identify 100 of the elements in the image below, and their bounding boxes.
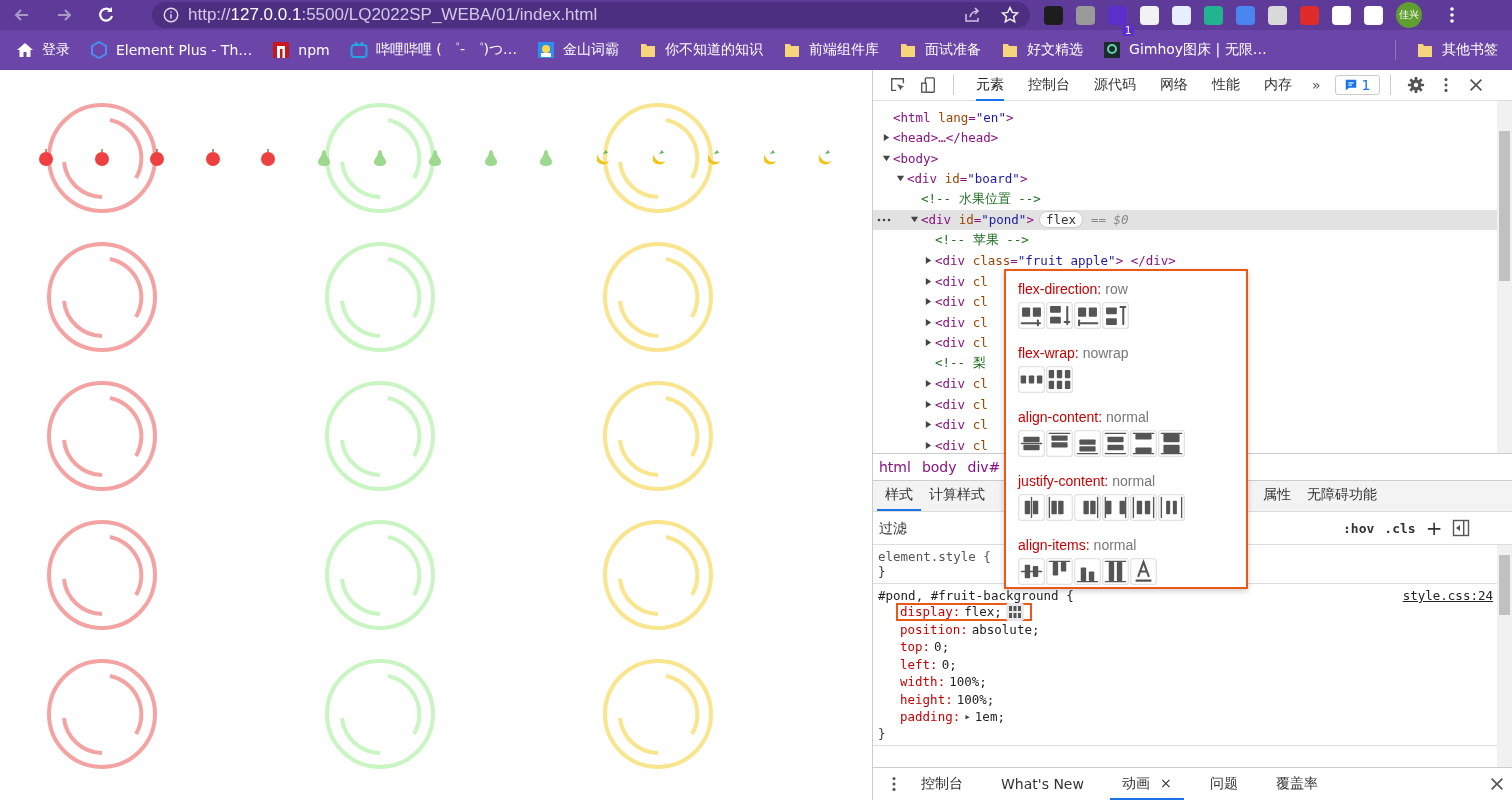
flex-editor-icon[interactable]: [1005, 602, 1024, 621]
styles-tab[interactable]: 属性: [1255, 481, 1299, 511]
extension-icon[interactable]: [1268, 5, 1287, 25]
flex-option-button[interactable]: [1074, 430, 1101, 457]
drawer-tab[interactable]: What's New: [989, 769, 1096, 799]
flex-option-button[interactable]: [1102, 302, 1129, 329]
bookmark[interactable]: npm: [272, 41, 330, 59]
node-code[interactable]: <div cl: [935, 335, 988, 351]
menu-icon[interactable]: [1449, 5, 1455, 25]
flex-option-button[interactable]: [1102, 558, 1129, 585]
node-code[interactable]: <div id="pond">: [921, 212, 1034, 228]
collapsed-arrow-icon[interactable]: [924, 440, 933, 450]
drawer-tab[interactable]: 问题: [1197, 768, 1250, 800]
drawer-tab[interactable]: 动画 ×: [1109, 768, 1184, 800]
scrollbar[interactable]: [1497, 101, 1512, 453]
styles-tab[interactable]: 无障碍功能: [1299, 481, 1385, 511]
node-code[interactable]: <html lang="en">: [893, 109, 1014, 125]
issues-button[interactable]: 1: [1334, 75, 1380, 95]
address-bar[interactable]: http://127.0.0.1:5500/LQ2022SP_WEBA/01/index.html: [152, 2, 1030, 28]
settings-icon[interactable]: [1406, 76, 1425, 94]
flex-option-button[interactable]: [1046, 430, 1073, 457]
panel-tab[interactable]: 元素: [976, 69, 1004, 101]
collapsed-arrow-icon[interactable]: [924, 338, 933, 348]
node-code[interactable]: <div cl: [935, 294, 988, 310]
flex-option-button[interactable]: [1130, 494, 1157, 521]
collapsed-arrow-icon[interactable]: [924, 297, 933, 307]
expanded-arrow-icon[interactable]: [882, 153, 891, 163]
extension-icon[interactable]: [1140, 5, 1159, 25]
node-code[interactable]: <!-- 苹果 -->: [935, 231, 1029, 249]
flex-option-button[interactable]: [1074, 302, 1101, 329]
bookmark[interactable]: Element Plus - Th…: [90, 41, 253, 59]
more-tabs-button[interactable]: »: [1312, 77, 1321, 93]
flex-option-button[interactable]: [1102, 494, 1129, 521]
inspect-icon[interactable]: [889, 76, 907, 94]
flex-option-button[interactable]: [1046, 558, 1073, 585]
panel-tab[interactable]: 内存: [1264, 69, 1292, 101]
bookmark[interactable]: 面试准备: [899, 41, 982, 59]
bookmark[interactable]: 其他书签: [1416, 41, 1498, 59]
selected-row[interactable]: <div id="pond"> flex == $0: [873, 209, 1497, 230]
flex-option-button[interactable]: [1074, 558, 1101, 585]
breadcrumb[interactable]: html: [879, 459, 911, 475]
collapsed-arrow-icon[interactable]: [882, 133, 891, 143]
styles-tab[interactable]: 样式: [877, 481, 921, 511]
extension-icon[interactable]: [1364, 5, 1383, 25]
hover-state-button[interactable]: :hov: [1343, 520, 1375, 536]
collapsed-arrow-icon[interactable]: [924, 399, 933, 409]
star-icon[interactable]: [1000, 5, 1020, 25]
new-rule-button[interactable]: +: [1425, 518, 1443, 538]
sidebar-toggle-icon[interactable]: [1452, 519, 1471, 537]
bookmark[interactable]: 登录: [16, 41, 70, 59]
flex-option-button[interactable]: [1018, 302, 1045, 329]
flex-option-button[interactable]: [1158, 430, 1185, 457]
flex-option-button[interactable]: [1102, 430, 1129, 457]
node-code[interactable]: <body>: [893, 150, 939, 166]
flex-option-button[interactable]: [1018, 558, 1045, 585]
flex-option-button[interactable]: [1018, 366, 1045, 393]
flex-option-button[interactable]: [1046, 366, 1073, 393]
drawer-tab[interactable]: 控制台: [909, 768, 975, 800]
reload-icon[interactable]: [96, 5, 116, 25]
node-code[interactable]: <div cl: [935, 417, 988, 433]
drawer-tab[interactable]: 覆盖率: [1263, 768, 1330, 800]
collapsed-arrow-icon[interactable]: [924, 256, 933, 266]
node-code[interactable]: <div cl: [935, 273, 988, 289]
panel-tab[interactable]: 源代码: [1094, 69, 1136, 101]
node-code[interactable]: <head>…</head>: [893, 130, 999, 146]
panel-tab[interactable]: 网络: [1160, 69, 1188, 101]
source-link[interactable]: style.css:24: [1402, 588, 1493, 603]
flex-option-button[interactable]: [1046, 494, 1073, 521]
extension-icon[interactable]: [1332, 5, 1351, 25]
node-code[interactable]: <div class="fruit apple"> </div>: [935, 253, 1176, 269]
node-code[interactable]: <div cl: [935, 376, 988, 392]
device-icon[interactable]: [919, 76, 937, 94]
bookmark[interactable]: 金山词霸: [537, 41, 620, 59]
expanded-arrow-icon[interactable]: [910, 215, 919, 225]
flex-option-button[interactable]: [1158, 494, 1185, 521]
flex-option-button[interactable]: [1018, 430, 1045, 457]
expanded-arrow-icon[interactable]: [896, 174, 905, 184]
collapsed-arrow-icon[interactable]: [924, 420, 933, 430]
close-icon[interactable]: [1488, 775, 1506, 793]
collapsed-arrow-icon[interactable]: [924, 379, 933, 389]
flex-option-button[interactable]: [1046, 302, 1073, 329]
node-code[interactable]: <div cl: [935, 314, 988, 330]
flex-option-button[interactable]: [1130, 558, 1157, 585]
extension-icon[interactable]: [1172, 5, 1191, 25]
breadcrumb[interactable]: div#: [967, 459, 1001, 475]
bookmark[interactable]: 哔哩哔哩 ( ゜- ゜)つ…: [349, 41, 518, 59]
flex-option-button[interactable]: [1074, 494, 1101, 521]
bookmark[interactable]: 你不知道的知识: [639, 41, 764, 59]
node-code[interactable]: <div cl: [935, 396, 988, 412]
collapsed-arrow-icon[interactable]: [924, 317, 933, 327]
breadcrumb[interactable]: body: [921, 459, 957, 475]
node-code[interactable]: <!-- 水果位置 -->: [921, 190, 1041, 208]
bookmark[interactable]: 好文精选: [1001, 41, 1084, 59]
flex-badge[interactable]: flex: [1038, 211, 1083, 229]
scrollbar[interactable]: [1497, 545, 1512, 767]
class-button[interactable]: .cls: [1384, 520, 1416, 536]
bookmark[interactable]: 前端组件库: [783, 41, 880, 59]
flex-option-button[interactable]: [1018, 494, 1045, 521]
row-menu-icon[interactable]: [877, 217, 891, 222]
flex-option-button[interactable]: [1130, 430, 1157, 457]
